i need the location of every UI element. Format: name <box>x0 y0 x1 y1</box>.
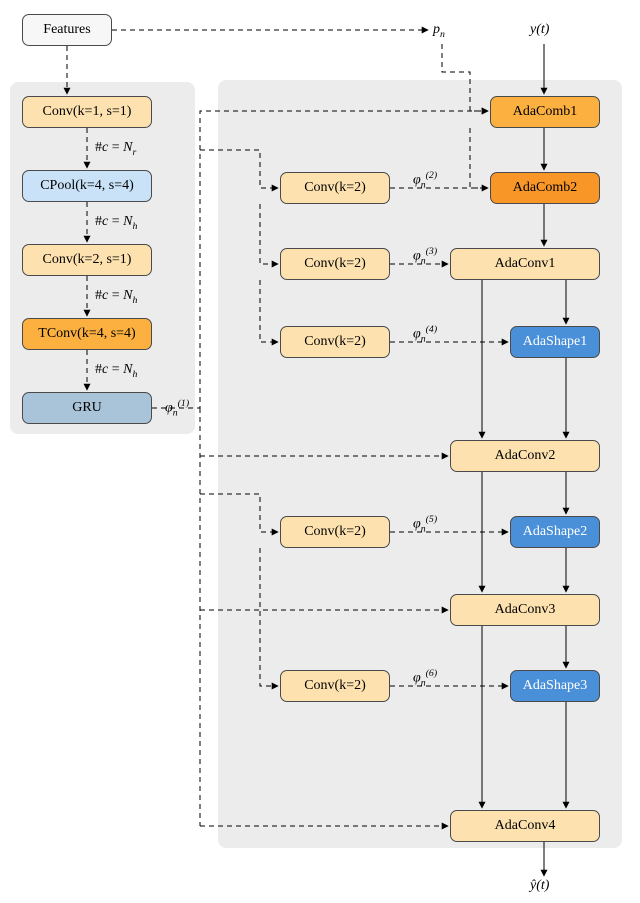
left-conv2: Conv(k=2, s=1) <box>22 244 152 276</box>
edge-label-4: #c = Nh <box>95 362 137 380</box>
edge-label-1: #c = Nr <box>95 140 136 158</box>
adashape1: AdaShape1 <box>510 326 600 358</box>
adaconv4: AdaConv4 <box>450 810 600 842</box>
phi1-label: φn(1) <box>165 398 189 418</box>
yhat-label: ŷ(t) <box>530 878 549 894</box>
adaconv2: AdaConv2 <box>450 440 600 472</box>
mid-conv-5: Conv(k=2) <box>280 516 390 548</box>
edge-label-3: #c = Nh <box>95 288 137 306</box>
left-tconv: TConv(k=4, s=4) <box>22 318 152 350</box>
adaconv1: AdaConv1 <box>450 248 600 280</box>
phi6-label: φn(6) <box>413 668 437 688</box>
adacomb2: AdaComb2 <box>490 172 600 204</box>
phi2-label: φn(2) <box>413 170 437 190</box>
mid-conv-3: Conv(k=2) <box>280 248 390 280</box>
left-conv1: Conv(k=1, s=1) <box>22 96 152 128</box>
adashape2: AdaShape2 <box>510 516 600 548</box>
y-input-label: y(t) <box>530 22 549 38</box>
adacomb1: AdaComb1 <box>490 96 600 128</box>
left-gru: GRU <box>22 392 152 424</box>
adaconv3: AdaConv3 <box>450 594 600 626</box>
phi3-label: φn(3) <box>413 246 437 266</box>
edge-label-2: #c = Nh <box>95 214 137 232</box>
mid-conv-2: Conv(k=2) <box>280 172 390 204</box>
phi5-label: φn(5) <box>413 514 437 534</box>
features-block: Features <box>22 14 112 46</box>
left-cpool: CPool(k=4, s=4) <box>22 170 152 202</box>
mid-conv-4: Conv(k=2) <box>280 326 390 358</box>
mid-conv-6: Conv(k=2) <box>280 670 390 702</box>
phi4-label: φn(4) <box>413 324 437 344</box>
adashape3: AdaShape3 <box>510 670 600 702</box>
pn-label: pn <box>433 22 445 40</box>
